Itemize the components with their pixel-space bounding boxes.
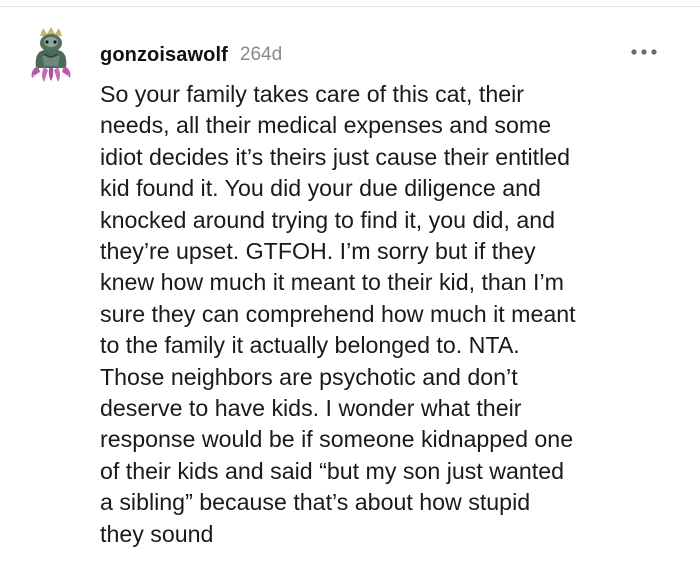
- more-options-button[interactable]: [624, 40, 664, 64]
- comment-timestamp: 264d: [239, 44, 283, 65]
- comment-card: gonzoisawolf 264d So your family takes c…: [0, 0, 700, 575]
- user-avatar[interactable]: [26, 26, 76, 84]
- wolf-avatar-icon: [31, 27, 71, 82]
- comment-header: gonzoisawolf 264d: [100, 40, 282, 70]
- more-options-icon: [631, 49, 657, 55]
- username-link[interactable]: gonzoisawolf: [100, 44, 228, 67]
- comment-body-text: So your family takes care of this cat, t…: [100, 81, 576, 547]
